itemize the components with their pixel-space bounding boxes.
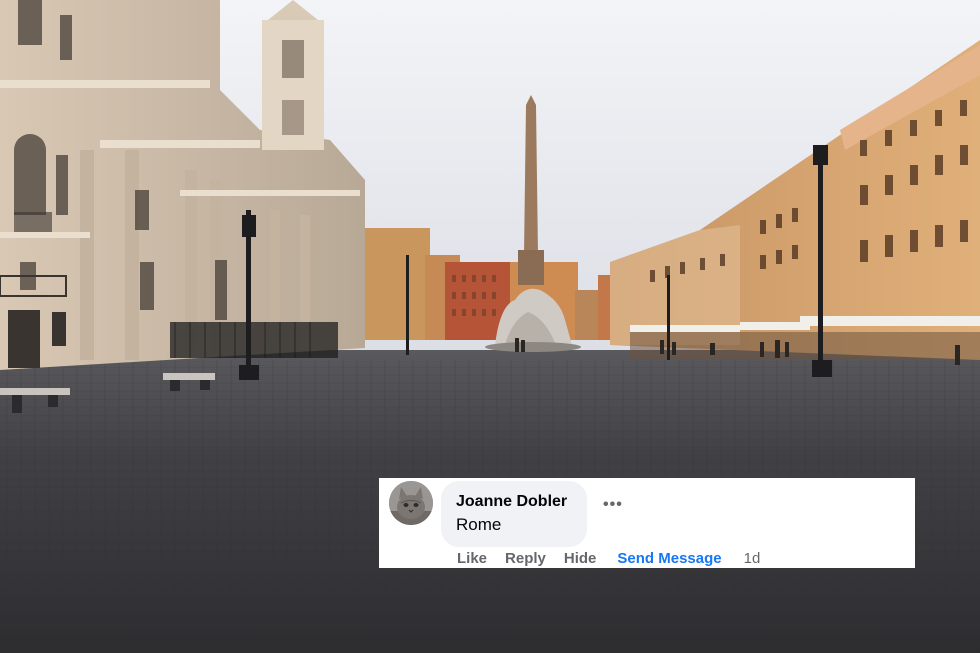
comment-author[interactable]: Joanne Dobler — [456, 491, 573, 513]
facebook-comment-card: Joanne Dobler Rome ••• Like Reply Hide S… — [379, 478, 915, 568]
cat-avatar-icon[interactable] — [389, 481, 433, 525]
like-button[interactable]: Like — [457, 550, 487, 567]
comment-bubble: Joanne Dobler Rome — [441, 481, 587, 547]
comment-timestamp[interactable]: 1d — [744, 550, 761, 567]
comment-text: Rome — [456, 515, 502, 534]
comment-actions: Like Reply Hide Send Message 1d — [457, 549, 760, 567]
send-message-button[interactable]: Send Message — [617, 550, 721, 567]
hide-button[interactable]: Hide — [564, 550, 597, 567]
more-options-icon[interactable]: ••• — [603, 497, 625, 516]
reply-button[interactable]: Reply — [505, 550, 546, 567]
